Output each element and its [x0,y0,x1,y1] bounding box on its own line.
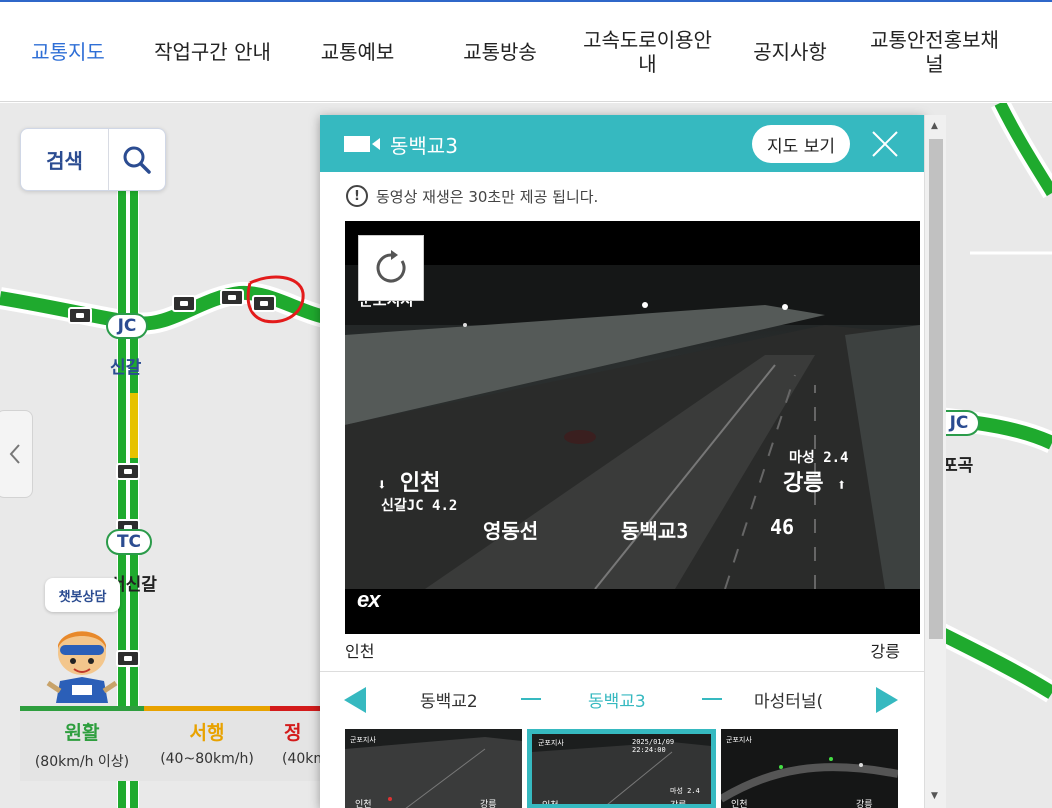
main-navigation: 교통지도 작업구간 안내 교통예보 교통방송 고속도로이용안내 공지사항 교통안… [0,2,1052,102]
thumb-left: 인천 [731,800,748,808]
search-icon [123,146,151,174]
camera-navigation: 동백교2 동백교3 마성터널( [320,673,924,727]
cctv-video-player[interactable]: 군포지사 ⬇ 인천 신갈JC 4.2 마성 2.4 강릉 ⬆ 영동선 동백교3 … [345,221,920,634]
map-label-pogok: 포곡 [942,456,974,476]
video-dir-right-sub: 마성 2.4 [789,450,849,466]
thumb-left: 인천 [355,800,372,808]
cctv-camera-icon[interactable] [220,289,244,306]
thumb-timestamp: 2025/01/09 22:24:00 [632,738,675,754]
thumb-agency: 군포지사 [350,736,376,744]
legend-bar-smooth [20,706,144,711]
side-panel-toggle[interactable] [0,410,33,498]
popup-header: 동백교3 지도 보기 [320,115,924,172]
thumb-sub: 마성 2.4 [670,787,700,795]
search-label[interactable]: 검색 [21,129,109,190]
arrow-up-icon: ⬆ [836,475,847,494]
legend-title: 서행 [189,722,225,744]
video-dir-left-wrap: ⬇ 인천 [377,465,440,497]
legend-sub: (40~80km/h) [160,751,254,767]
legend-bar-slow [144,706,270,711]
chevron-left-icon [9,444,20,464]
nav-traffic-broadcast[interactable]: 교통방송 [450,2,550,102]
thumb-agency: 군포지사 [726,736,752,744]
jc-badge: JC [106,313,148,339]
divider [320,671,924,672]
video-dir-left-sub: 신갈JC 4.2 [381,498,458,514]
next-camera-icon[interactable] [876,687,898,713]
popup-title: 동백교3 [390,134,458,158]
legend-title: 원활 [64,722,100,744]
tc-badge: TC [106,529,152,555]
thumb-agency: 군포지사 [538,739,564,747]
chatbot-mascot-icon[interactable] [44,623,120,703]
chatbot-label[interactable]: 챗봇상담 [45,578,120,612]
video-dir-left: 인천 [399,471,441,496]
nav-highway-guide[interactable]: 고속도로이용안내 [575,2,720,102]
jc-badge-right: JC [940,410,980,436]
video-dir-right-wrap: 강릉 ⬆ [783,465,846,497]
video-km-marker: 46 [770,515,795,539]
camera-thumbnail[interactable]: 군포지사 인천 강릉 [721,729,898,808]
playback-notice: ! 동영상 재생은 30초만 제공 됩니다. [346,185,598,207]
camera-thumbnail-selected[interactable]: 군포지사 2025/01/09 22:24:00 마성 2.4 인천 강릉 [527,729,716,808]
popup-scrollbar[interactable]: ▲ ▼ [924,115,946,808]
traffic-legend: 원활 (80km/h 이상) 서행 (40~80km/h) 정 (40km [20,706,330,781]
map-search-box: 검색 [20,128,166,191]
camera-thumbnail[interactable]: 군포지사 인천 강릉 [345,729,522,808]
notice-text: 동영상 재생은 30초만 제공 됩니다. [376,187,599,206]
cam-nav-dash [521,698,541,700]
arrow-down-icon: ⬇ [377,475,387,494]
scroll-down-icon[interactable]: ▼ [931,791,938,801]
thumb-right: 강릉 [480,800,497,808]
cctv-camera-icon[interactable] [252,295,276,312]
nav-traffic-forecast[interactable]: 교통예보 [305,2,410,102]
scroll-up-icon[interactable]: ▲ [931,121,938,131]
search-button[interactable] [109,129,165,190]
cam-nav-next[interactable]: 마성터널( [754,687,823,712]
nav-safety-channel[interactable]: 교통안전홍보채널 [862,2,1007,102]
thumb-right: 강릉 [856,800,873,808]
nav-work-zones[interactable]: 작업구간 안내 [140,2,285,102]
endpoint-right: 강릉 [870,642,900,661]
video-camera-name: 동백교3 [621,519,689,543]
cam-nav-prev[interactable]: 동백교2 [420,687,478,712]
thumb-left: 인천 [542,801,559,808]
map-label-singal: 신갈 [110,358,142,378]
prev-camera-icon[interactable] [344,687,366,713]
info-icon: ! [346,185,368,207]
scrollbar-thumb[interactable] [929,139,943,639]
cctv-camera-icon[interactable] [68,307,92,324]
endpoint-left: 인천 [345,642,375,661]
video-camera-icon [344,136,380,152]
cam-nav-dash [702,698,722,700]
legend-item-slow: 서행 (40~80km/h) [144,718,270,767]
nav-traffic-map[interactable]: 교통지도 [18,2,118,102]
cctv-popup: 동백교3 지도 보기 ! 동영상 재생은 30초만 제공 됩니다. ⬇ 인천 신… [320,115,924,808]
cctv-camera-icon[interactable] [172,295,196,312]
video-line-name: 영동선 [483,519,539,543]
refresh-button[interactable] [358,235,424,301]
close-icon[interactable] [870,129,900,159]
map-view-button[interactable]: 지도 보기 [752,125,850,163]
refresh-icon [376,250,406,283]
route-endpoints: 인천 강릉 [345,635,900,665]
legend-item-smooth: 원활 (80km/h 이상) [20,718,144,771]
video-dir-right: 강릉 [783,471,824,496]
thumb-right: 강릉 [670,801,687,808]
ex-logo: ex [357,587,381,612]
cctv-video-frame: 군포지사 ⬇ 인천 신갈JC 4.2 마성 2.4 강릉 ⬆ 영동선 동백교3 … [345,265,920,589]
nav-notices[interactable]: 공지사항 [740,2,840,102]
cam-nav-current: 동백교3 [588,692,646,712]
legend-sub: (80km/h 이상) [34,754,130,770]
cctv-camera-icon[interactable] [116,463,140,480]
